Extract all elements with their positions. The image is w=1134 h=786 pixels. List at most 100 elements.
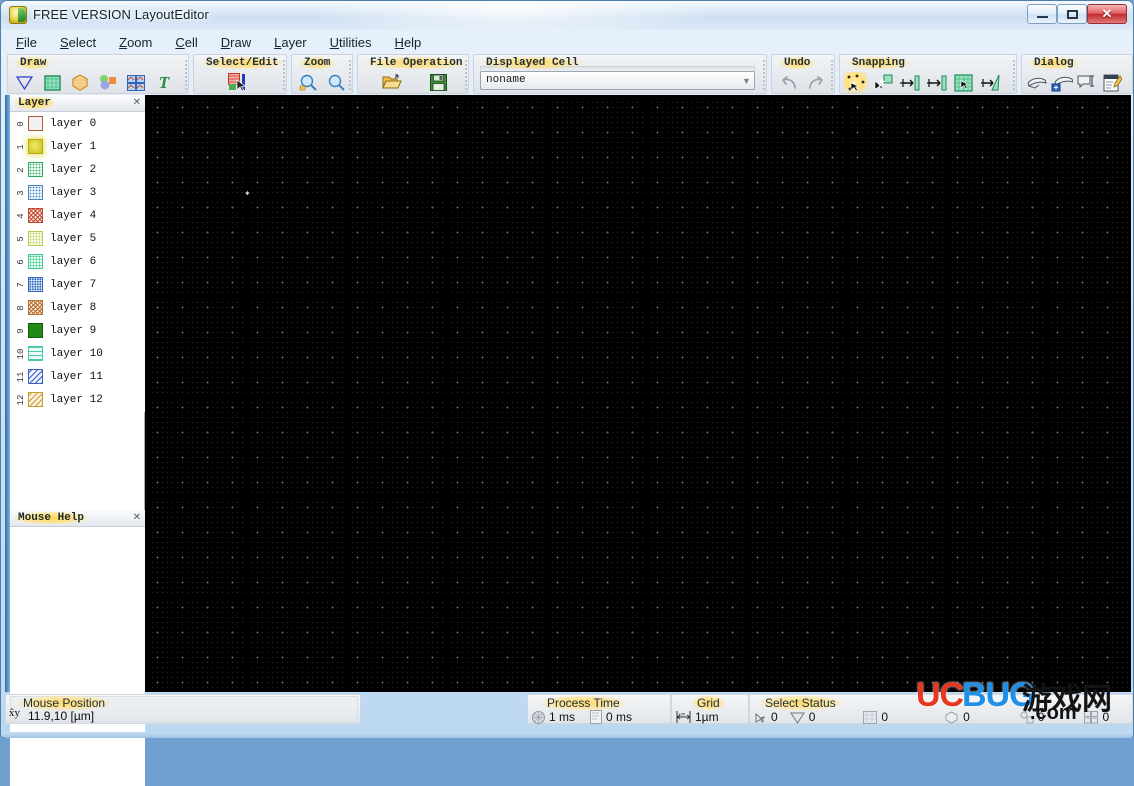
drc-icon xyxy=(1027,77,1047,89)
menu-item-draw[interactable]: Draw xyxy=(218,34,254,51)
snap-midpoint-button[interactable] xyxy=(925,72,949,93)
circle-button[interactable] xyxy=(68,72,92,93)
layer-panel-title: Layer xyxy=(15,97,55,109)
zoom-in-button[interactable] xyxy=(324,72,348,93)
close-icon[interactable]: ✕ xyxy=(133,97,141,109)
list-item[interactable]: 0 layer 0 xyxy=(10,112,145,135)
mouse-help-panel-title: Mouse Help xyxy=(15,512,88,524)
select-edit-button[interactable] xyxy=(226,72,250,93)
measure-button[interactable] xyxy=(1075,72,1099,93)
toolbar-group-select-edit: Select/Edit xyxy=(193,54,287,94)
snap-area-button[interactable] xyxy=(952,72,976,93)
list-item[interactable]: 5 layer 5 xyxy=(10,227,145,250)
layer-name: layer 0 xyxy=(50,117,97,130)
save-file-button[interactable] xyxy=(426,72,450,93)
layer-swatch[interactable] xyxy=(28,254,43,269)
list-item[interactable]: 3 layer 3 xyxy=(10,181,145,204)
snap-point-button[interactable] xyxy=(871,72,895,93)
close-icon[interactable]: ✕ xyxy=(133,512,141,524)
menu-item-layer[interactable]: Layer xyxy=(271,34,310,51)
menu-item-select[interactable]: Select xyxy=(57,34,99,51)
list-item[interactable]: 4 layer 4 xyxy=(10,204,145,227)
toolbar-group-file-operation-title: File Operation xyxy=(366,57,467,69)
snap-angle-button[interactable] xyxy=(979,72,1003,93)
render-time-value: 1 ms xyxy=(549,710,576,724)
macro-editor-button[interactable] xyxy=(1100,72,1124,93)
application-window: FREE VERSION LayoutEditor ✕ File Select … xyxy=(0,0,1134,786)
drc-settings-button[interactable] xyxy=(1050,72,1074,93)
menu-item-zoom[interactable]: Zoom xyxy=(116,34,155,51)
snap-grid-button[interactable] xyxy=(844,72,868,93)
list-item[interactable]: 9 layer 9 xyxy=(10,319,145,342)
layer-swatch[interactable] xyxy=(28,277,43,292)
polygon-button[interactable] xyxy=(12,72,36,93)
undo-button[interactable] xyxy=(776,72,800,93)
menu-item-file[interactable]: File xyxy=(13,34,40,51)
minimize-button[interactable] xyxy=(1027,4,1057,24)
toolbar-group-select-edit-title: Select/Edit xyxy=(202,57,283,69)
select-status-title: Select Status xyxy=(760,696,841,710)
zoom-fit-button[interactable] xyxy=(296,72,320,93)
layer-swatch[interactable] xyxy=(28,323,43,338)
layer-swatch[interactable] xyxy=(28,346,43,361)
list-item[interactable]: 2 layer 2 xyxy=(10,158,145,181)
redo-button[interactable] xyxy=(804,72,828,93)
text-button[interactable]: T xyxy=(152,72,176,93)
path-icon xyxy=(99,75,116,90)
polygon-count-item: 0 xyxy=(789,710,816,724)
layer-swatch[interactable] xyxy=(28,369,43,384)
layer-number: 10 xyxy=(16,348,26,359)
path-button[interactable] xyxy=(96,72,120,93)
layer-swatch[interactable] xyxy=(28,185,43,200)
box-button[interactable] xyxy=(40,72,64,93)
circle-count-value: 0 xyxy=(963,710,970,724)
layer-swatch[interactable] xyxy=(28,392,43,407)
select-edit-icon xyxy=(228,73,246,92)
layer-name: layer 12 xyxy=(50,393,103,406)
layer-number: 9 xyxy=(16,327,26,334)
path-count-value: 0 xyxy=(1037,710,1045,724)
list-item[interactable]: 10 layer 10 xyxy=(10,342,145,365)
list-item[interactable]: 7 layer 7 xyxy=(10,273,145,296)
layer-name: layer 8 xyxy=(50,301,97,314)
ref-count-icon xyxy=(1084,710,1099,723)
snap-edge-button[interactable] xyxy=(898,72,922,93)
chevron-down-icon[interactable]: ▼ xyxy=(742,76,751,86)
layer-swatch[interactable] xyxy=(28,208,43,223)
circle-icon xyxy=(72,74,88,91)
layer-name: layer 3 xyxy=(50,186,97,199)
status-process-time: Process Time 1 ms 0 ms xyxy=(527,694,671,724)
close-button[interactable]: ✕ xyxy=(1087,4,1127,24)
drc-button[interactable] xyxy=(1025,72,1049,93)
layer-swatch[interactable] xyxy=(28,300,43,315)
layer-swatch[interactable] xyxy=(28,231,43,246)
list-item[interactable]: 1 layer 1 xyxy=(10,135,145,158)
layer-swatch[interactable] xyxy=(28,139,43,154)
list-item[interactable]: 6 layer 6 xyxy=(10,250,145,273)
list-item[interactable]: 11 layer 11 xyxy=(10,365,145,388)
layer-name: layer 6 xyxy=(50,255,97,268)
snap-angle-icon xyxy=(981,74,1000,90)
ref-count-item: 0 xyxy=(1084,710,1109,724)
menu-item-cell[interactable]: Cell xyxy=(172,34,200,51)
layer-swatch[interactable] xyxy=(28,116,43,131)
polygon-count-value: 0 xyxy=(808,710,816,724)
save-disk-icon xyxy=(429,74,447,91)
layer-swatch[interactable] xyxy=(28,162,43,177)
displayed-cell-combobox[interactable]: noname ▼ xyxy=(480,71,755,90)
menu-item-utilities[interactable]: Utilities xyxy=(327,34,375,51)
window-bottom-edge xyxy=(3,732,1133,738)
grid-major-gaps xyxy=(145,95,1131,692)
layer-panel-header: Layer ✕ xyxy=(10,95,145,112)
layout-canvas[interactable]: ✦ xyxy=(145,95,1131,692)
open-file-button[interactable] xyxy=(380,72,404,93)
list-item[interactable]: 12 layer 12 xyxy=(10,388,145,411)
toolbar-group-snapping-title: Snapping xyxy=(848,57,909,69)
layer-list[interactable]: 0 layer 0 1 layer 1 2 layer 2 3 layer 3 … xyxy=(10,112,145,412)
file-time-icon xyxy=(590,710,603,724)
reference-button[interactable] xyxy=(124,72,148,93)
menu-item-help[interactable]: Help xyxy=(392,34,425,51)
maximize-button[interactable] xyxy=(1057,4,1087,24)
list-item[interactable]: 8 layer 8 xyxy=(10,296,145,319)
grid-title: Grid xyxy=(692,696,725,710)
